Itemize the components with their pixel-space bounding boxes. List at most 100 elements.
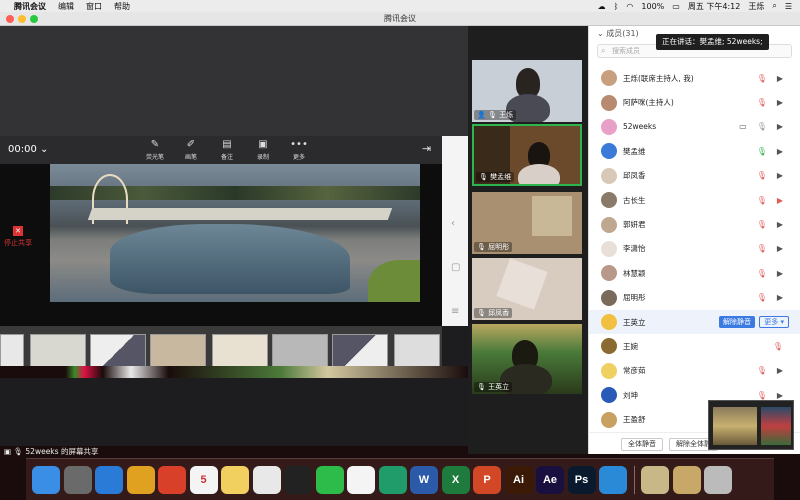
folder-icon[interactable] bbox=[672, 465, 701, 494]
camera-icon[interactable]: ▶ bbox=[777, 366, 783, 375]
video-tile[interactable]: 🎙 王英立 bbox=[472, 324, 582, 394]
downloads-icon[interactable] bbox=[641, 465, 669, 494]
menu-icon[interactable]: ≡ bbox=[451, 306, 459, 317]
cloud-icon[interactable]: ☁ bbox=[598, 2, 606, 11]
camera-icon[interactable]: ▶ bbox=[777, 220, 783, 229]
record-button[interactable]: ▣ 录制 bbox=[248, 138, 278, 161]
mic-icon[interactable]: 🎙 bbox=[757, 196, 767, 205]
menu-window[interactable]: 窗口 bbox=[86, 1, 102, 12]
control-center-icon[interactable]: ☰ bbox=[785, 2, 792, 11]
mic-icon[interactable]: 🎙 bbox=[757, 391, 767, 400]
menu-help[interactable]: 帮助 bbox=[114, 1, 130, 12]
safari-icon[interactable] bbox=[95, 465, 123, 494]
camera-icon[interactable]: ▶ bbox=[777, 171, 783, 180]
finder-icon[interactable] bbox=[32, 465, 60, 494]
mic-icon[interactable]: 🎙 bbox=[757, 147, 767, 156]
member-row[interactable]: 古长生 🎙 ▶ bbox=[589, 188, 800, 212]
camera-icon[interactable]: ▶ bbox=[777, 269, 783, 278]
menu-edit[interactable]: 编辑 bbox=[58, 1, 74, 12]
camera-icon[interactable]: ▶ bbox=[777, 74, 783, 83]
slide-thumbnail[interactable] bbox=[212, 334, 268, 368]
camera-icon[interactable]: ▶ bbox=[777, 391, 783, 400]
qq-icon[interactable] bbox=[284, 465, 312, 494]
chevron-left-icon[interactable]: ‹ bbox=[451, 218, 455, 229]
notes-icon[interactable] bbox=[221, 465, 249, 494]
video-tile[interactable]: 🎙 邱凤香 bbox=[472, 258, 582, 320]
slide-thumbnail[interactable] bbox=[150, 334, 206, 368]
menu-datetime[interactable]: 周五 下午4:12 bbox=[688, 1, 741, 12]
chrome-icon[interactable] bbox=[158, 465, 186, 494]
member-row[interactable]: 王英立🎙解除静音更多 ▾ bbox=[589, 309, 800, 335]
member-row[interactable]: 阿萨咪(主持人) 🎙 ▶ bbox=[589, 90, 800, 114]
more-button[interactable]: ••• 更多 bbox=[284, 138, 314, 161]
member-row[interactable]: 郭妍君 🎙 ▶ bbox=[589, 212, 800, 236]
excel-icon[interactable]: X bbox=[441, 465, 470, 494]
photoshop-icon[interactable]: Ps bbox=[567, 465, 596, 494]
illustrator-icon[interactable]: Ai bbox=[504, 465, 533, 494]
menu-user[interactable]: 王烁 bbox=[748, 1, 764, 12]
square-icon[interactable]: ▢ bbox=[451, 262, 460, 273]
mic-icon[interactable]: 🎙 bbox=[757, 171, 767, 180]
mic-icon[interactable]: 🎙 bbox=[757, 220, 767, 229]
calendar-icon[interactable]: 5 bbox=[189, 465, 218, 494]
member-row[interactable]: 常彦茹 🎙 ▶ bbox=[589, 359, 800, 383]
unmute-member-button[interactable]: 解除静音 bbox=[719, 316, 755, 329]
app-icon[interactable] bbox=[599, 465, 627, 494]
exit-share-icon[interactable]: ⇥ bbox=[422, 142, 431, 155]
camera-icon[interactable]: ▶ bbox=[777, 244, 783, 253]
cad-icon[interactable] bbox=[378, 465, 407, 494]
mic-icon[interactable]: 🎙 bbox=[757, 122, 767, 131]
camera-icon[interactable]: ▶ bbox=[777, 147, 783, 156]
after-effects-icon[interactable]: Ae bbox=[536, 465, 564, 494]
mic-icon[interactable]: 🎙 bbox=[757, 269, 767, 278]
member-row[interactable]: 王烁(联席主持人, 我) 🎙 ▶ bbox=[589, 66, 800, 90]
tencent-meeting-icon[interactable] bbox=[347, 465, 375, 494]
stop-share-button[interactable]: ✕ 停止共享 bbox=[2, 226, 34, 248]
slide-thumbnail[interactable] bbox=[332, 334, 388, 368]
chrome-canary-icon[interactable] bbox=[126, 465, 155, 494]
share-timer[interactable]: 00:00 ⌄ bbox=[8, 144, 48, 155]
camera-icon[interactable]: ▶ bbox=[777, 98, 783, 107]
video-tile[interactable]: 👤 🎙 王烁 bbox=[472, 60, 582, 122]
slide-thumbnail[interactable] bbox=[272, 334, 328, 368]
camera-icon[interactable]: ▶ bbox=[777, 196, 783, 205]
video-tile[interactable]: 🎙 屈明彤 bbox=[472, 192, 582, 254]
mic-icon[interactable]: 🎙 bbox=[757, 244, 767, 253]
member-row[interactable]: 樊孟维 🎙 ▶ bbox=[589, 139, 800, 163]
powerpoint-icon[interactable]: P bbox=[473, 465, 501, 494]
mic-icon[interactable]: 🎙 bbox=[757, 293, 767, 302]
video-tile-active[interactable]: 🎙 樊孟维 bbox=[472, 124, 582, 186]
member-row[interactable]: 邱凤香 🎙 ▶ bbox=[589, 164, 800, 188]
close-window-button[interactable] bbox=[6, 15, 14, 23]
battery-icon[interactable]: ▭ bbox=[672, 2, 680, 11]
trash-icon[interactable] bbox=[704, 465, 732, 494]
search-icon[interactable]: ⌕ bbox=[772, 1, 776, 11]
slide-thumbnail[interactable] bbox=[90, 334, 146, 368]
member-more-button[interactable]: 更多 ▾ bbox=[759, 316, 789, 329]
wechat-icon[interactable] bbox=[315, 465, 344, 494]
member-row[interactable]: 屈明彤 🎙 ▶ bbox=[589, 286, 800, 310]
minimize-window-button[interactable] bbox=[18, 15, 26, 23]
member-row[interactable]: 李潇怡 🎙 ▶ bbox=[589, 237, 800, 261]
menu-app-name[interactable]: 腾讯会议 bbox=[14, 1, 46, 12]
mic-icon[interactable]: 🎙 bbox=[757, 366, 767, 375]
slide-thumbnail[interactable] bbox=[394, 334, 440, 368]
photos-icon[interactable] bbox=[252, 465, 281, 494]
zoom-window-button[interactable] bbox=[30, 15, 38, 23]
battery-percent[interactable]: 100% bbox=[641, 2, 664, 11]
member-row[interactable]: 52weeks ▭ 🎙 ▶ bbox=[589, 115, 800, 139]
camera-icon[interactable]: ▶ bbox=[777, 122, 783, 131]
member-row[interactable]: 王婉 🎙 bbox=[589, 334, 800, 358]
wifi-icon[interactable]: ◠ bbox=[626, 2, 633, 11]
bluetooth-icon[interactable]: ᛒ bbox=[614, 2, 619, 11]
highlighter-button[interactable]: ✎ 荧光笔 bbox=[140, 138, 170, 161]
launchpad-icon[interactable] bbox=[63, 465, 92, 494]
mic-icon[interactable]: 🎙 bbox=[773, 342, 783, 351]
pen-button[interactable]: ✐ 画笔 bbox=[176, 138, 206, 161]
word-icon[interactable]: W bbox=[410, 465, 438, 494]
mic-icon[interactable]: 🎙 bbox=[757, 74, 767, 83]
slide-thumbnail[interactable] bbox=[0, 334, 24, 368]
screen-preview-thumbnail[interactable] bbox=[708, 400, 794, 450]
member-row[interactable]: 林慧颖 🎙 ▶ bbox=[589, 261, 800, 285]
mute-all-button[interactable]: 全体静音 bbox=[621, 438, 663, 451]
